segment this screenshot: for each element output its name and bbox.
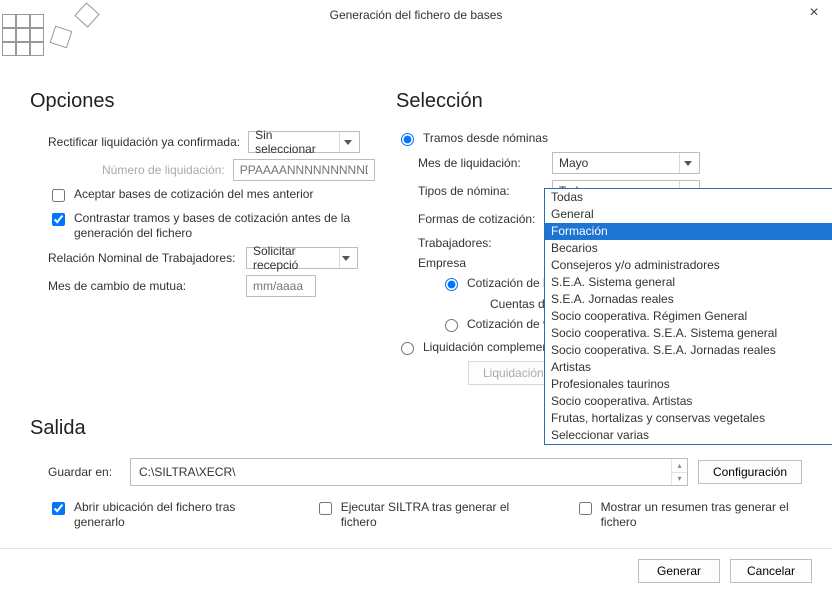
chk-contrastar[interactable] xyxy=(52,213,65,226)
generar-button[interactable]: Generar xyxy=(638,559,720,583)
guardar-en-input[interactable]: C:\SILTRA\XECR\ ▴ ▾ xyxy=(130,458,688,486)
guardar-en-value: C:\SILTRA\XECR\ xyxy=(139,465,235,479)
chevron-up-icon[interactable]: ▴ xyxy=(672,459,687,472)
chk-abrir-ubicacion-label: Abrir ubicación del fichero tras generar… xyxy=(74,500,265,530)
formas-cot-option[interactable]: Socio cooperativa. Artistas xyxy=(545,393,832,410)
formas-cot-option[interactable]: Socio cooperativa. S.E.A. Jornadas reale… xyxy=(545,342,832,359)
opciones-heading: Opciones xyxy=(30,90,360,113)
rad-tramos-nominas[interactable] xyxy=(401,133,414,146)
close-icon[interactable]: × xyxy=(804,4,824,22)
chk-ejecutar-siltra[interactable] xyxy=(319,502,332,515)
rectificar-value: Sin seleccionar xyxy=(255,128,335,156)
configuracion-button[interactable]: Configuración xyxy=(698,460,802,484)
formas-cot-dropdown[interactable]: TodasGeneralFormaciónBecariosConsejeros … xyxy=(544,188,832,445)
mes-cambio-input[interactable] xyxy=(246,275,316,297)
guardar-en-label: Guardar en: xyxy=(48,465,120,479)
rectificar-label: Rectificar liquidación ya confirmada: xyxy=(48,135,240,149)
rad-tramos-nominas-label: Tramos desde nóminas xyxy=(423,131,548,146)
formas-cot-option[interactable]: Profesionales taurinos xyxy=(545,376,832,393)
rnt-value: Solicitar recepció xyxy=(253,244,335,272)
rad-liq-compl[interactable] xyxy=(401,342,414,355)
formas-cot-option[interactable]: S.E.A. Jornadas reales xyxy=(545,291,832,308)
formas-cot-option[interactable]: General xyxy=(545,206,832,223)
formas-cot-option[interactable]: Artistas xyxy=(545,359,832,376)
chevron-down-icon[interactable]: ▾ xyxy=(672,472,687,486)
mes-cambio-label: Mes de cambio de mutua: xyxy=(48,279,238,293)
mes-liq-label: Mes de liquidación: xyxy=(418,156,544,170)
formas-cot-label: Formas de cotización: xyxy=(418,212,544,226)
seleccion-heading: Selección xyxy=(396,90,802,113)
num-liq-label: Número de liquidación: xyxy=(102,163,225,177)
rad-liq-compl-label: Liquidación complement xyxy=(423,340,552,355)
mes-liq-value: Mayo xyxy=(559,156,588,170)
formas-cot-option[interactable]: Formación xyxy=(545,223,832,240)
window-title: Generación del fichero de bases xyxy=(330,8,503,22)
rad-cot-empresa[interactable] xyxy=(445,278,458,291)
rad-cot-varias[interactable] xyxy=(445,319,458,332)
rnt-label: Relación Nominal de Trabajadores: xyxy=(48,251,238,265)
formas-cot-option[interactable]: Consejeros y/o administradores xyxy=(545,257,832,274)
formas-cot-option[interactable]: Becarios xyxy=(545,240,832,257)
path-spinbuttons[interactable]: ▴ ▾ xyxy=(671,459,687,485)
chk-aceptar-bases[interactable] xyxy=(52,189,65,202)
chk-mostrar-resumen[interactable] xyxy=(579,502,592,515)
chk-aceptar-bases-label: Aceptar bases de cotización del mes ante… xyxy=(74,187,313,202)
num-liq-input xyxy=(233,159,375,181)
chk-abrir-ubicacion[interactable] xyxy=(52,502,65,515)
rnt-combo[interactable]: Solicitar recepció xyxy=(246,247,358,269)
formas-cot-option[interactable]: Todas xyxy=(545,189,832,206)
chk-ejecutar-siltra-label: Ejecutar SILTRA tras generar el fichero xyxy=(341,500,525,530)
chk-mostrar-resumen-label: Mostrar un resumen tras generar el fiche… xyxy=(601,500,802,530)
formas-cot-option[interactable]: S.E.A. Sistema general xyxy=(545,274,832,291)
titlebar: Generación del fichero de bases × xyxy=(0,0,832,30)
rectificar-combo[interactable]: Sin seleccionar xyxy=(248,131,360,153)
trabajadores-label: Trabajadores: xyxy=(418,236,544,250)
formas-cot-option[interactable]: Frutas, hortalizas y conservas vegetales xyxy=(545,410,832,427)
dialog-footer: Generar Cancelar xyxy=(0,548,832,593)
chevron-down-icon xyxy=(679,153,695,173)
cancelar-button[interactable]: Cancelar xyxy=(730,559,812,583)
mes-liq-combo[interactable]: Mayo xyxy=(552,152,700,174)
tipos-nomina-label: Tipos de nómina: xyxy=(418,184,544,198)
formas-cot-option[interactable]: Socio cooperativa. S.E.A. Sistema genera… xyxy=(545,325,832,342)
chevron-down-icon xyxy=(339,132,355,152)
chk-contrastar-label: Contrastar tramos y bases de cotización … xyxy=(74,211,360,241)
formas-cot-option[interactable]: Socio cooperativa. Régimen General xyxy=(545,308,832,325)
formas-cot-option[interactable]: Seleccionar varias xyxy=(545,427,832,444)
empresa-label: Empresa xyxy=(418,256,466,270)
chevron-down-icon xyxy=(339,248,353,268)
